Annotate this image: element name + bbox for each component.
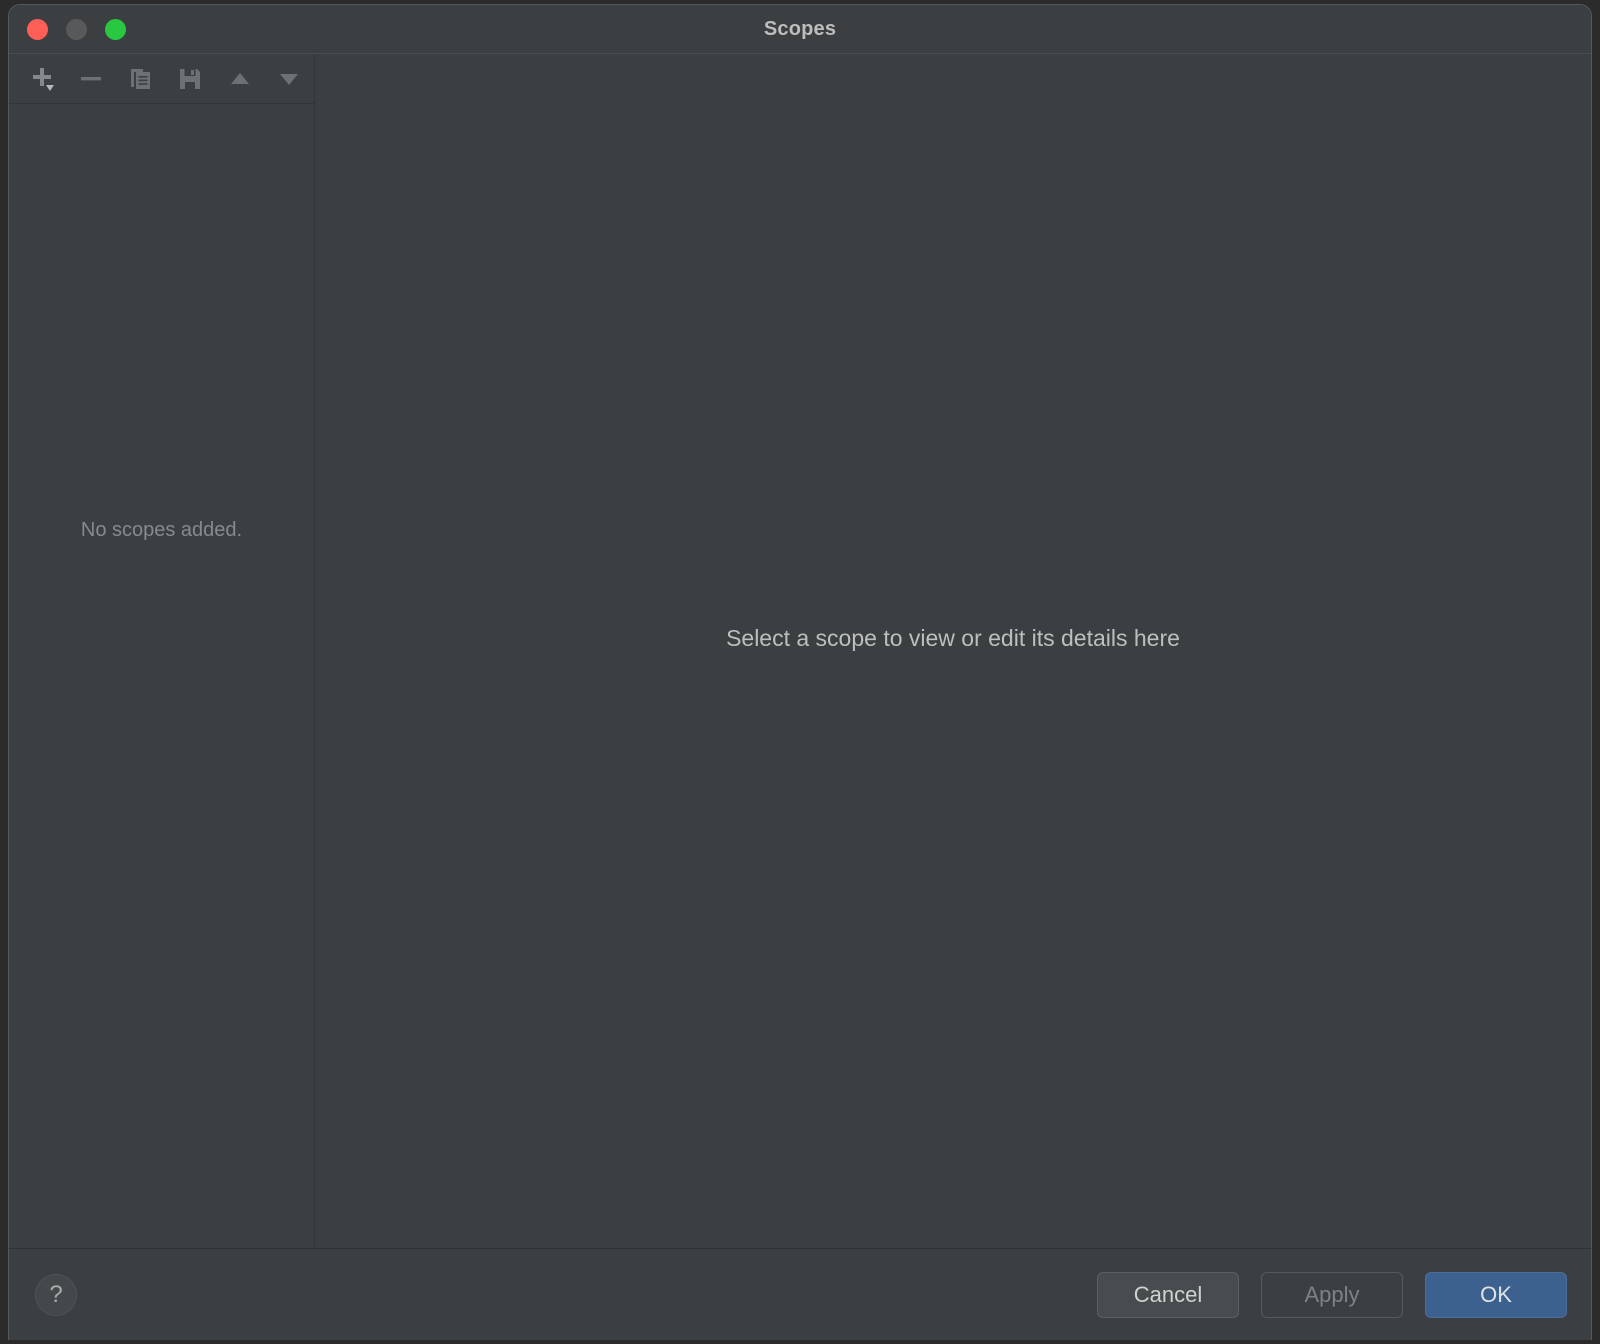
scope-details-empty-message: Select a scope to view or edit its detai… [726, 625, 1180, 651]
remove-icon [81, 76, 102, 80]
title-bar: Scopes [9, 5, 1591, 54]
remove-scope-button[interactable] [67, 57, 117, 101]
maximize-window-icon[interactable] [105, 18, 126, 40]
save-icon [180, 68, 201, 89]
save-scope-button[interactable] [166, 57, 216, 101]
move-scope-up-button[interactable] [215, 57, 265, 101]
cancel-button[interactable]: Cancel [1097, 1271, 1239, 1318]
dialog-footer: ? Cancel Apply OK [9, 1248, 1591, 1340]
copy-icon [130, 68, 150, 89]
scopes-list[interactable]: No scopes added. [9, 104, 314, 1248]
add-scope-button[interactable] [17, 57, 67, 101]
ok-button[interactable]: OK [1425, 1271, 1567, 1318]
move-down-icon [280, 73, 299, 85]
scope-details-panel: Select a scope to view or edit its detai… [315, 54, 1591, 1248]
scopes-sidebar: No scopes added. [9, 54, 315, 1248]
scopes-empty-message: No scopes added. [80, 519, 243, 541]
dialog-actions: Cancel Apply OK [1097, 1271, 1567, 1318]
minimize-window-icon[interactable] [66, 18, 87, 40]
help-button[interactable]: ? [35, 1273, 77, 1316]
close-window-icon[interactable] [27, 18, 48, 40]
move-up-icon [230, 72, 249, 84]
scopes-dialog-window: Scopes No scopes added. Select a scope t… [8, 4, 1592, 1340]
traffic-lights [19, 5, 126, 53]
dialog-body: No scopes added. Select a scope to view … [9, 54, 1591, 1248]
add-icon [32, 67, 54, 91]
apply-button[interactable]: Apply [1261, 1271, 1403, 1318]
scopes-toolbar [9, 54, 314, 104]
window-title: Scopes [763, 17, 837, 40]
move-scope-down-button[interactable] [265, 57, 315, 101]
duplicate-scope-button[interactable] [116, 57, 166, 101]
